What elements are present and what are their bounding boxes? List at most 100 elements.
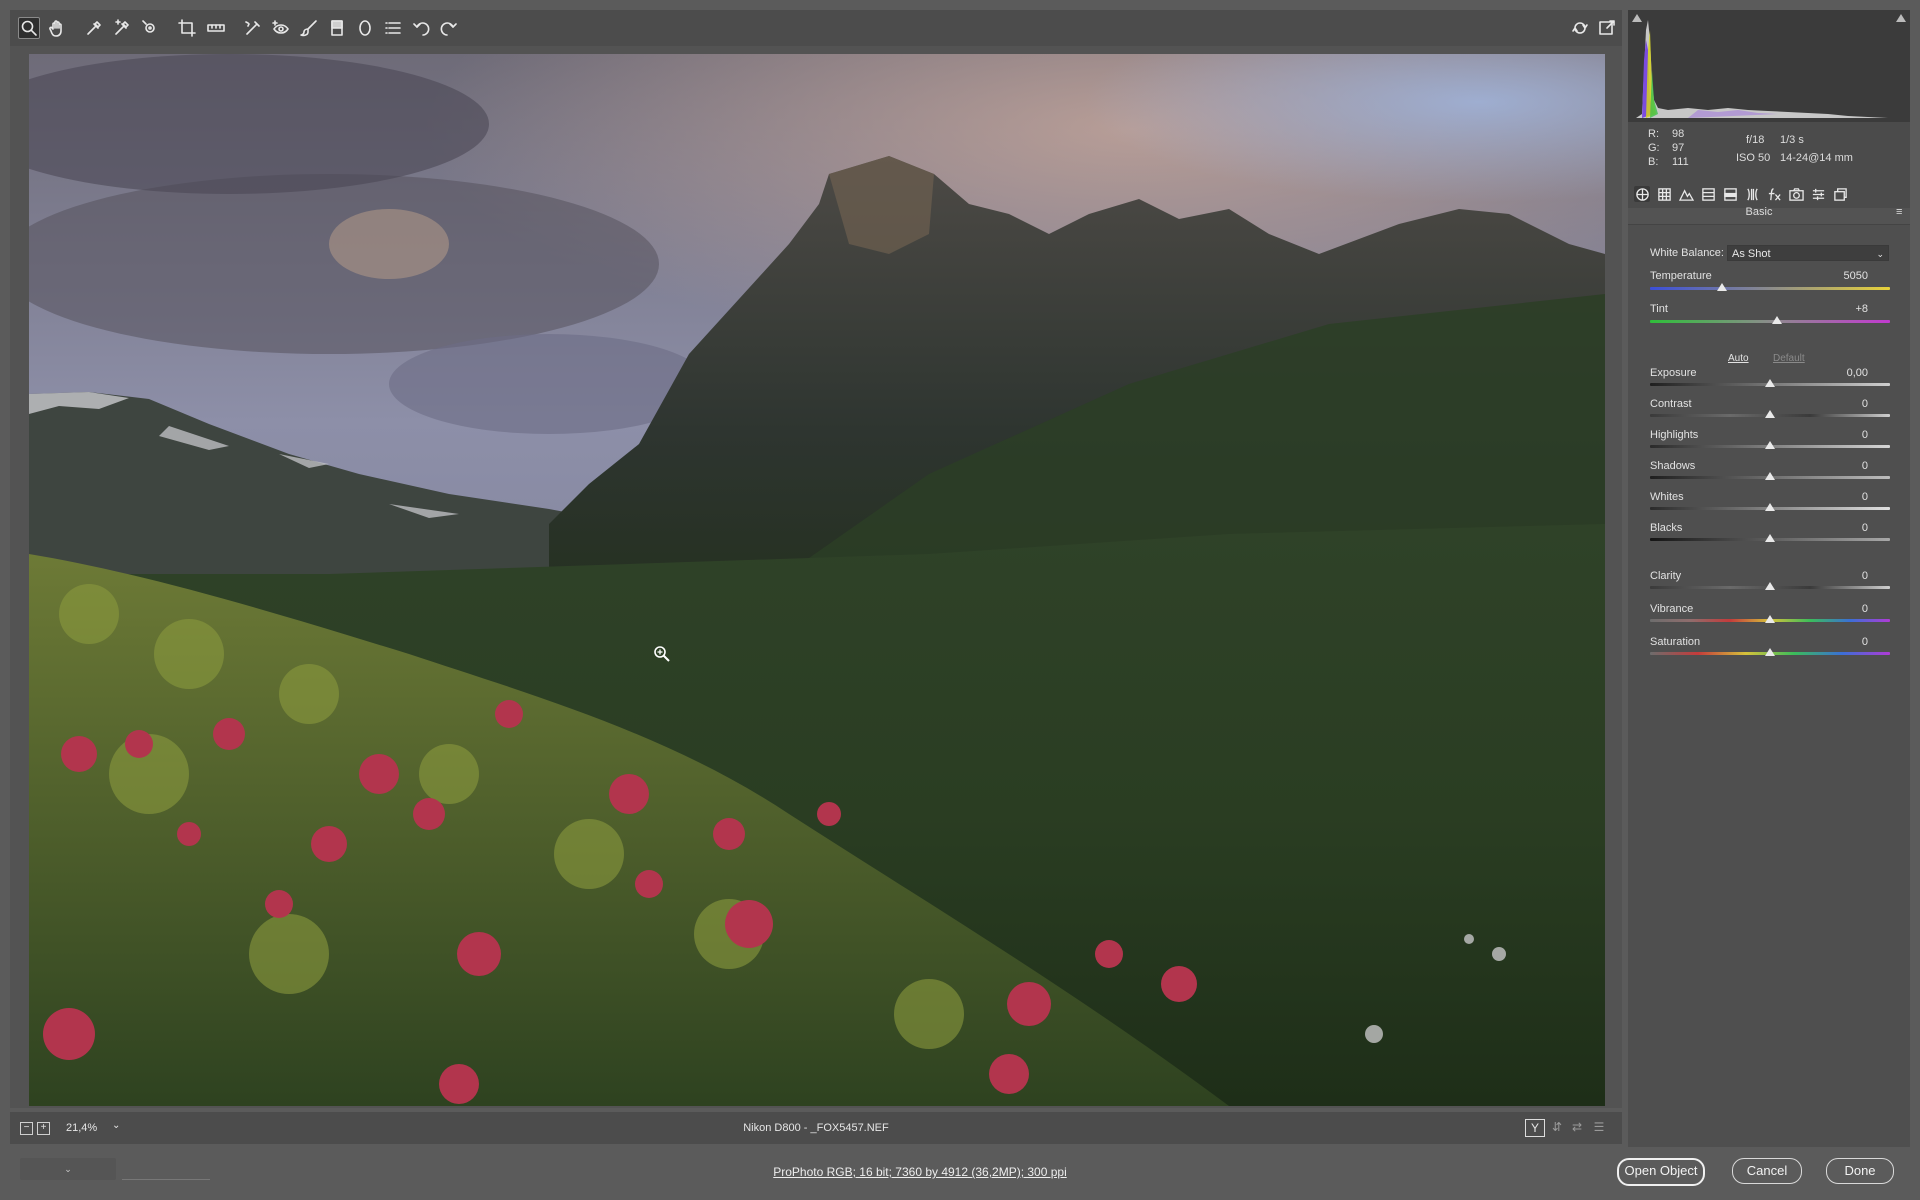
file-name: Nikon D800 - _FOX5457.NEF	[743, 1122, 889, 1134]
spot-removal-tool[interactable]	[242, 17, 264, 39]
view-toggle-button[interactable]: Y	[1525, 1119, 1545, 1137]
r-value: 98	[1672, 128, 1685, 140]
hand-tool[interactable]	[46, 17, 68, 39]
adjustment-panel: R: 98 G: 97 B: 111 f/18 1/3 s ISO 50 14-…	[1628, 10, 1910, 1147]
shadows-label: Shadows	[1650, 460, 1696, 472]
tint-label: Tint	[1650, 303, 1668, 315]
whites-value[interactable]: 0	[1862, 491, 1868, 503]
bottom-bar: ⌄ ProPhoto RGB; 16 bit; 7360 by 4912 (36…	[0, 1146, 1920, 1200]
default-button[interactable]: Default	[1773, 353, 1805, 364]
iso: ISO 50	[1736, 152, 1771, 164]
open-object-button[interactable]: Open Object	[1617, 1158, 1705, 1186]
tab-detail[interactable]	[1678, 186, 1694, 202]
clarity-value[interactable]: 0	[1862, 570, 1868, 582]
saturation-slider-thumb[interactable]	[1765, 648, 1775, 656]
r-label: R:	[1648, 128, 1659, 140]
vibrance-label: Vibrance	[1650, 603, 1694, 615]
lens: 14-24@14 mm	[1780, 152, 1853, 164]
tab-hsl[interactable]	[1700, 186, 1716, 202]
panel-menu-icon[interactable]: ≡	[1896, 206, 1906, 218]
tab-basic[interactable]	[1634, 186, 1650, 202]
highlights-slider-thumb[interactable]	[1765, 441, 1775, 449]
tab-tone-curve[interactable]	[1656, 186, 1672, 202]
clarity-label: Clarity	[1650, 570, 1682, 582]
preferences-button[interactable]	[382, 17, 404, 39]
zoom-tool[interactable]	[18, 17, 40, 39]
zoom-cursor-icon	[653, 645, 671, 663]
tint-slider-thumb[interactable]	[1772, 316, 1783, 324]
photo-preview[interactable]	[29, 54, 1605, 1106]
vibrance-value[interactable]: 0	[1862, 603, 1868, 615]
whites-slider-thumb[interactable]	[1765, 503, 1775, 511]
eyedropper-plus-icon	[115, 19, 129, 35]
shadows-value[interactable]: 0	[1862, 460, 1868, 472]
tab-presets[interactable]	[1810, 186, 1826, 202]
whites-label: Whites	[1650, 491, 1684, 503]
graduated-filter-icon	[331, 20, 343, 36]
highlights-label: Highlights	[1650, 429, 1699, 441]
info-readout: R: 98 G: 97 B: 111 f/18 1/3 s ISO 50 14-…	[1628, 122, 1910, 180]
workflow-options-link[interactable]: ProPhoto RGB; 16 bit; 7360 by 4912 (36,2…	[0, 1165, 1840, 1179]
rotate-ccw-icon	[413, 22, 430, 36]
crop-icon	[178, 19, 196, 37]
targeted-adjustment-tool[interactable]	[139, 17, 161, 39]
contrast-slider-thumb[interactable]	[1765, 410, 1775, 418]
rotate-left-button[interactable]	[411, 17, 433, 39]
blacks-value[interactable]: 0	[1862, 522, 1868, 534]
before-after-icon[interactable]: ⇵	[1548, 1119, 1566, 1135]
settings-icon[interactable]: ☰	[1590, 1119, 1608, 1135]
detail-icon	[1678, 188, 1694, 201]
exposure-slider-thumb[interactable]	[1765, 379, 1775, 387]
clarity-slider-thumb[interactable]	[1765, 582, 1775, 590]
white-balance-value: As Shot	[1732, 248, 1771, 260]
color-sampler-tool[interactable]	[111, 17, 133, 39]
swap-icon[interactable]: ⇄	[1568, 1119, 1586, 1135]
straighten-tool[interactable]	[205, 17, 227, 39]
tint-value[interactable]: +8	[1855, 303, 1868, 315]
radial-filter-tool[interactable]	[354, 17, 376, 39]
basic-panel-body: White Balance: As Shot ⌄ Temperature 505…	[1628, 224, 1910, 1147]
blacks-slider-thumb[interactable]	[1765, 534, 1775, 542]
adjustment-brush-tool[interactable]	[298, 17, 320, 39]
histogram	[1628, 10, 1910, 122]
cancel-button[interactable]: Cancel	[1732, 1158, 1802, 1184]
temperature-value[interactable]: 5050	[1844, 270, 1868, 282]
eyedropper-icon	[87, 21, 101, 35]
tab-snapshots[interactable]	[1832, 186, 1848, 202]
shutter-speed: 1/3 s	[1780, 134, 1804, 146]
tab-lens-corrections[interactable]	[1744, 186, 1760, 202]
graduated-filter-tool[interactable]	[326, 17, 348, 39]
panel-title: Basic	[1745, 206, 1773, 218]
tone-curve-icon	[1657, 187, 1671, 201]
highlights-value[interactable]: 0	[1862, 429, 1868, 441]
basic-icon	[1635, 187, 1649, 201]
white-balance-select[interactable]: As Shot ⌄	[1727, 245, 1889, 261]
shadows-slider-thumb[interactable]	[1765, 472, 1775, 480]
red-eye-tool[interactable]	[270, 17, 292, 39]
contrast-value[interactable]: 0	[1862, 398, 1868, 410]
fullscreen-button[interactable]	[1596, 17, 1618, 39]
temperature-track[interactable]	[1650, 287, 1890, 290]
preview-toggle-button[interactable]	[1569, 17, 1591, 39]
rotate-right-button[interactable]	[437, 17, 459, 39]
auto-button[interactable]: Auto	[1728, 353, 1749, 364]
vibrance-slider-thumb[interactable]	[1765, 615, 1775, 623]
saturation-value[interactable]: 0	[1862, 636, 1868, 648]
camera-calibration-icon	[1788, 187, 1804, 201]
effects-icon	[1768, 187, 1781, 201]
tint-track[interactable]	[1650, 320, 1890, 323]
aperture: f/18	[1746, 134, 1765, 146]
exposure-value[interactable]: 0,00	[1847, 367, 1868, 379]
white-balance-tool[interactable]	[83, 17, 105, 39]
temperature-label: Temperature	[1650, 270, 1712, 282]
tab-effects[interactable]	[1766, 186, 1782, 202]
crop-tool[interactable]	[176, 17, 198, 39]
shadow-clipping-icon[interactable]	[1632, 14, 1642, 22]
tab-split-toning[interactable]	[1722, 186, 1738, 202]
temperature-slider-thumb[interactable]	[1717, 283, 1727, 291]
split-toning-icon	[1723, 187, 1737, 201]
tab-camera-calibration[interactable]	[1788, 186, 1804, 202]
hand-icon	[49, 20, 62, 37]
highlight-clipping-icon[interactable]	[1896, 14, 1906, 22]
done-button[interactable]: Done	[1826, 1158, 1894, 1184]
